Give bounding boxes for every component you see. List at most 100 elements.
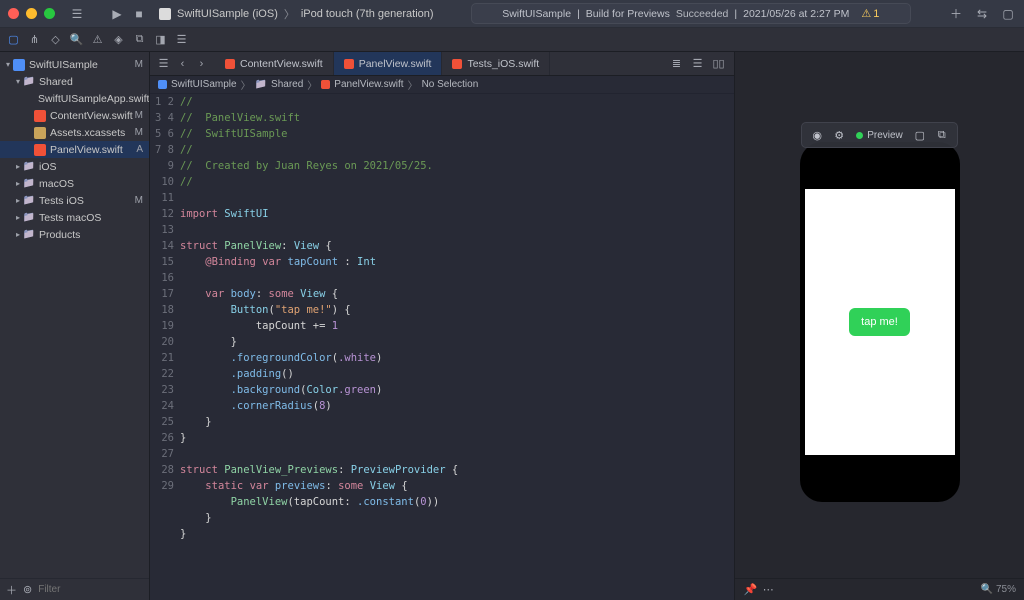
project-navigator-icon[interactable]: ▢ bbox=[6, 32, 21, 47]
preview-status: Preview bbox=[852, 130, 907, 141]
group-label: iOS bbox=[39, 161, 57, 173]
duplicate-preview-icon[interactable]: ⧉ bbox=[933, 126, 951, 144]
status-divider: | bbox=[577, 8, 580, 20]
report-navigator-icon[interactable]: ☰ bbox=[174, 32, 189, 47]
group-label: macOS bbox=[39, 178, 74, 190]
group-row[interactable]: ▸ macOS bbox=[0, 175, 149, 192]
add-item-icon[interactable]: ＋ bbox=[6, 582, 17, 597]
find-navigator-icon[interactable]: 🔍 bbox=[69, 32, 84, 47]
zoom-controls[interactable]: 🔍 75% bbox=[981, 584, 1016, 595]
build-status[interactable]: SwiftUISample | Build for Previews Succe… bbox=[471, 3, 911, 24]
window-close-button[interactable] bbox=[8, 8, 19, 19]
tab-bar: ☰ ‹ › ContentView.swift PanelView.swift … bbox=[150, 52, 734, 76]
device-screen[interactable]: tap me! bbox=[805, 189, 955, 455]
pin-preview-icon[interactable]: 📌 bbox=[743, 582, 758, 597]
tab-label: ContentView.swift bbox=[240, 58, 323, 70]
debug-navigator-icon[interactable]: ⧉ bbox=[132, 32, 147, 47]
status-dot-icon bbox=[856, 132, 863, 139]
window-titlebar: ☰ ▶ ■ SwiftUISample (iOS) 〉 iPod touch (… bbox=[0, 0, 1024, 28]
device-settings-icon[interactable]: ▢ bbox=[911, 126, 929, 144]
line-gutter: 1 2 3 4 5 6 7 8 9 10 11 12 13 14 15 16 1… bbox=[150, 94, 180, 600]
live-preview-button[interactable]: ◉ bbox=[808, 126, 826, 144]
folder-icon bbox=[23, 178, 35, 190]
file-label: SwiftUISampleApp.swift bbox=[38, 93, 149, 105]
tab-label: PanelView.swift bbox=[359, 58, 432, 70]
group-row[interactable]: ▸ Tests iOS M bbox=[0, 192, 149, 209]
preview-settings-icon[interactable]: ⚙ bbox=[830, 126, 848, 144]
project-row[interactable]: ▾ SwiftUISample M bbox=[0, 56, 149, 73]
sidebar-toggle-icon[interactable]: ☰ bbox=[69, 6, 85, 22]
run-button[interactable]: ▶ bbox=[109, 6, 125, 22]
issue-navigator-icon[interactable]: ⚠ bbox=[90, 32, 105, 47]
source-editor[interactable]: 1 2 3 4 5 6 7 8 9 10 11 12 13 14 15 16 1… bbox=[150, 94, 734, 600]
folder-icon bbox=[255, 79, 267, 90]
editor-tab[interactable]: Tests_iOS.swift bbox=[442, 52, 550, 75]
warning-badge[interactable]: ⚠1 bbox=[861, 7, 879, 20]
status-product: SwiftUISample bbox=[502, 8, 571, 20]
scm-badge: A bbox=[136, 144, 143, 155]
editor-options-icon[interactable]: ⇆ bbox=[974, 6, 990, 22]
filter-scope-icon[interactable]: ⊚ bbox=[23, 582, 32, 597]
navigator-selector: ▢ ⋔ ◇ 🔍 ⚠ ◈ ⧉ ◨ ☰ bbox=[0, 28, 1024, 52]
swift-file-icon bbox=[321, 80, 330, 89]
swift-file-icon bbox=[344, 59, 354, 69]
preview-status-label: Preview bbox=[867, 130, 903, 141]
scm-badge: M bbox=[135, 127, 143, 138]
folder-icon bbox=[23, 76, 35, 88]
canvas-footer: 📌 ⋯ 🔍 75% bbox=[735, 578, 1024, 600]
file-row[interactable]: PanelView.swift A bbox=[0, 141, 149, 158]
navigator-footer: ＋ ⊚ ◷ ▣ bbox=[0, 578, 149, 600]
minimap-icon[interactable]: ≣ bbox=[669, 56, 684, 71]
editor-area: ☰ ‹ › ContentView.swift PanelView.swift … bbox=[150, 52, 734, 600]
assets-icon bbox=[34, 127, 46, 139]
symbol-navigator-icon[interactable]: ◇ bbox=[48, 32, 63, 47]
breakpoint-navigator-icon[interactable]: ◨ bbox=[153, 32, 168, 47]
editor-tab[interactable]: PanelView.swift bbox=[334, 52, 443, 75]
stop-button[interactable]: ■ bbox=[131, 6, 147, 22]
group-row[interactable]: ▸ Tests macOS bbox=[0, 209, 149, 226]
window-controls bbox=[8, 8, 55, 19]
canvas-preview: ◉ ⚙ Preview ▢ ⧉ tap me! 📌 ⋯ 🔍 75% bbox=[734, 52, 1024, 600]
group-row[interactable]: ▾ Shared bbox=[0, 73, 149, 90]
project-icon bbox=[158, 80, 167, 89]
folder-icon bbox=[23, 212, 35, 224]
preview-toolbar: ◉ ⚙ Preview ▢ ⧉ bbox=[801, 122, 958, 148]
window-minimize-button[interactable] bbox=[26, 8, 37, 19]
file-row[interactable]: ContentView.swift M bbox=[0, 107, 149, 124]
adjust-editor-icon[interactable]: ☰ bbox=[690, 56, 705, 71]
jumpbar-group: Shared bbox=[271, 79, 303, 90]
jump-bar[interactable]: SwiftUISample 〉 Shared 〉 PanelView.swift… bbox=[150, 76, 734, 94]
jumpbar-file: PanelView.swift bbox=[334, 79, 403, 90]
tap-me-button[interactable]: tap me! bbox=[849, 308, 910, 336]
status-result: Succeeded bbox=[676, 8, 729, 20]
back-button[interactable]: ‹ bbox=[175, 56, 190, 71]
file-label: ContentView.swift bbox=[50, 110, 133, 122]
editor-tab[interactable]: ContentView.swift bbox=[215, 52, 334, 75]
group-row[interactable]: ▸ iOS bbox=[0, 158, 149, 175]
swift-file-icon bbox=[225, 59, 235, 69]
add-editor-icon[interactable]: ＋ bbox=[948, 6, 964, 22]
window-zoom-button[interactable] bbox=[44, 8, 55, 19]
group-row[interactable]: ▸ Products bbox=[0, 226, 149, 243]
status-timestamp: 2021/05/26 at 2:27 PM bbox=[743, 8, 849, 20]
group-label: Tests iOS bbox=[39, 195, 84, 207]
group-label: Shared bbox=[39, 76, 73, 88]
source-control-navigator-icon[interactable]: ⋔ bbox=[27, 32, 42, 47]
folder-icon bbox=[23, 229, 35, 241]
split-editor-icon[interactable]: ▯▯ bbox=[711, 56, 726, 71]
file-row[interactable]: Assets.xcassets M bbox=[0, 124, 149, 141]
scheme-selector[interactable]: SwiftUISample (iOS) 〉 iPod touch (7th ge… bbox=[159, 6, 434, 22]
forward-button[interactable]: › bbox=[194, 56, 209, 71]
test-navigator-icon[interactable]: ◈ bbox=[111, 32, 126, 47]
related-items-icon[interactable]: ☰ bbox=[156, 56, 171, 71]
group-label: Tests macOS bbox=[39, 212, 101, 224]
file-row[interactable]: SwiftUISampleApp.swift bbox=[0, 90, 149, 107]
scheme-device-label: iPod touch (7th generation) bbox=[301, 8, 434, 20]
file-label: Assets.xcassets bbox=[50, 127, 125, 139]
toggle-inspector-icon[interactable]: ▢ bbox=[1000, 6, 1016, 22]
scheme-app-label: SwiftUISample (iOS) bbox=[177, 8, 278, 20]
preview-options-icon[interactable]: ⋯ bbox=[761, 582, 776, 597]
app-icon bbox=[159, 8, 171, 20]
code-content[interactable]: // // PanelView.swift // SwiftUISample /… bbox=[180, 94, 734, 600]
device-frame: tap me! bbox=[800, 142, 960, 502]
